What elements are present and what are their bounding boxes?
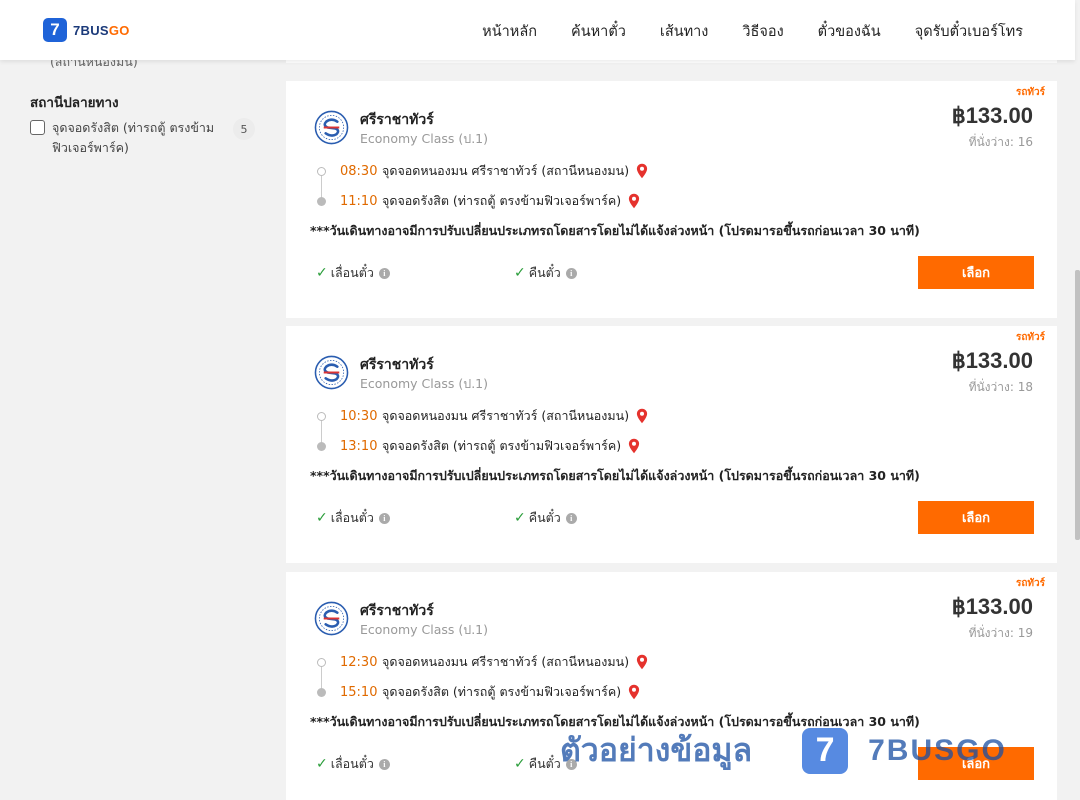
operator-name: ศรีราชาทัวร์ xyxy=(360,357,434,373)
bus-class: Economy Class (ป.1) xyxy=(360,131,489,146)
arrival-stop: 11:10 จุดจอดรังสิต (ท่ารถตู้ ตรงข้ามฟิวเ… xyxy=(340,191,640,211)
change-ticket-policy: ✓ เลื่อนตั๋ว i xyxy=(316,508,390,528)
arrival-place: จุดจอดรังสิต (ท่ารถตู้ ตรงข้ามฟิวเจอร์พา… xyxy=(382,438,622,453)
bus-class: Economy Class (ป.1) xyxy=(360,376,489,391)
watermark-text: ตัวอย่างข้อมูล xyxy=(560,731,753,769)
operator-name: ศรีราชาทัวร์ xyxy=(360,603,434,619)
map-pin-icon[interactable] xyxy=(628,193,640,209)
ticket-price: ฿133.00 xyxy=(951,594,1033,619)
check-icon: ✓ xyxy=(514,756,526,772)
origin-dot xyxy=(317,167,326,176)
logo-text: 7BUSGO xyxy=(73,22,130,38)
arrival-stop: 13:10 จุดจอดรังสิต (ท่ารถตู้ ตรงข้ามฟิวเ… xyxy=(340,436,640,456)
nav-routes[interactable]: เส้นทาง xyxy=(660,20,709,43)
bus-type-badge: รถทัวร์ xyxy=(1015,578,1045,589)
trip-notice: ***วันเดินทางอาจมีการปรับเปลี่ยนประเภทรถ… xyxy=(310,223,920,238)
change-ticket-policy: ✓ เลื่อนตั๋ว i xyxy=(316,754,390,774)
main-nav: หน้าหลัก ค้นหาตั๋ว เส้นทาง วิธีจอง ตั๋วข… xyxy=(482,20,1023,43)
change-ticket-policy: ✓ เลื่อนตั๋ว i xyxy=(316,263,390,283)
bus-operator-logo-icon xyxy=(314,601,349,636)
trip-notice: ***วันเดินทางอาจมีการปรับเปลี่ยนประเภทรถ… xyxy=(310,468,920,483)
select-trip-button[interactable]: เลือก xyxy=(918,256,1034,289)
departure-stop: 08:30 จุดจอดหนองมน ศรีราชาทัวร์ (สถานีหน… xyxy=(340,161,648,181)
ticket-price: ฿133.00 xyxy=(951,103,1033,128)
map-pin-icon[interactable] xyxy=(636,408,648,424)
info-icon[interactable]: i xyxy=(378,758,390,770)
seats-available: ที่นั่งว่าง: 19 xyxy=(968,626,1033,640)
destination-filter-title: สถานีปลายทาง xyxy=(30,95,119,111)
refund-ticket-policy: ✓ คืนตั๋ว i xyxy=(514,263,577,283)
bus-type-badge: รถทัวร์ xyxy=(1015,87,1045,98)
destination-dot xyxy=(317,197,326,206)
destination-dot xyxy=(317,442,326,451)
map-pin-icon[interactable] xyxy=(636,163,648,179)
refund-ticket-label: คืนตั๋ว xyxy=(528,265,561,280)
watermark-logo-icon: 7 xyxy=(802,727,849,774)
map-pin-icon[interactable] xyxy=(628,438,640,454)
arrival-place: จุดจอดรังสิต (ท่ารถตู้ ตรงข้ามฟิวเจอร์พา… xyxy=(382,684,622,699)
departure-stop: 10:30 จุดจอดหนองมน ศรีราชาทัวร์ (สถานีหน… xyxy=(340,406,648,426)
bus-operator-logo-icon xyxy=(314,110,349,145)
departure-place: จุดจอดหนองมน ศรีราชาทัวร์ (สถานีหนองมน) xyxy=(382,163,630,178)
site-logo[interactable]: 7 7BUSGO xyxy=(43,18,130,42)
trip-card: รถทัวร์ ศรีราชาทัวร์ Economy Class (ป.1)… xyxy=(286,326,1057,563)
change-ticket-label: เลื่อนตั๋ว xyxy=(330,756,374,771)
nav-how-to-book[interactable]: วิธีจอง xyxy=(742,20,783,43)
arrival-time: 15:10 xyxy=(340,684,378,700)
check-icon: ✓ xyxy=(316,510,328,526)
check-icon: ✓ xyxy=(316,756,328,772)
scrollbar-thumb[interactable] xyxy=(1075,270,1080,540)
departure-place: จุดจอดหนองมน ศรีราชาทัวร์ (สถานีหนองมน) xyxy=(382,654,630,669)
select-trip-button[interactable]: เลือก xyxy=(918,501,1034,534)
seats-available: ที่นั่งว่าง: 18 xyxy=(968,380,1033,394)
nav-search-ticket[interactable]: ค้นหาตั๋ว xyxy=(571,20,626,43)
departure-place: จุดจอดหนองมน ศรีราชาทัวร์ (สถานีหนองมน) xyxy=(382,408,630,423)
map-pin-icon[interactable] xyxy=(628,684,640,700)
ticket-price: ฿133.00 xyxy=(951,348,1033,373)
destination-dot xyxy=(317,688,326,697)
bus-class: Economy Class (ป.1) xyxy=(360,622,489,637)
arrival-time: 13:10 xyxy=(340,438,378,454)
page-scrollbar[interactable] xyxy=(1075,0,1080,800)
seats-available: ที่นั่งว่าง: 16 xyxy=(968,135,1033,149)
watermark-brand: 7BUSGO xyxy=(868,733,1007,767)
destination-filter-label: จุดจอดรังสิต (ท่ารถตู้ ตรงข้ามฟิวเจอร์พา… xyxy=(52,120,215,155)
bus-type-badge: รถทัวร์ xyxy=(1015,332,1045,343)
change-ticket-label: เลื่อนตั๋ว xyxy=(330,510,374,525)
origin-dot xyxy=(317,658,326,667)
destination-filter-item[interactable]: จุดจอดรังสิต (ท่ารถตู้ ตรงข้ามฟิวเจอร์พา… xyxy=(30,118,255,158)
top-header: 7 7BUSGO หน้าหลัก ค้นหาตั๋ว เส้นทาง วิธี… xyxy=(0,0,1075,60)
arrival-stop: 15:10 จุดจอดรังสิต (ท่ารถตู้ ตรงข้ามฟิวเ… xyxy=(340,682,640,702)
arrival-place: จุดจอดรังสิต (ท่ารถตู้ ตรงข้ามฟิวเจอร์พา… xyxy=(382,193,622,208)
departure-time: 08:30 xyxy=(340,163,378,179)
watermark: ตัวอย่างข้อมูล 7 7BUSGO xyxy=(560,725,1007,776)
check-icon: ✓ xyxy=(316,265,328,281)
destination-checkbox[interactable] xyxy=(30,120,45,135)
map-pin-icon[interactable] xyxy=(636,654,648,670)
info-icon[interactable]: i xyxy=(378,512,390,524)
nav-ticket-pickup-phone[interactable]: จุดรับตั๋วเบอร์โทร xyxy=(915,20,1023,43)
check-icon: ✓ xyxy=(514,265,526,281)
change-ticket-label: เลื่อนตั๋ว xyxy=(330,265,374,280)
departure-time: 12:30 xyxy=(340,654,378,670)
destination-count-badge: 5 xyxy=(233,118,255,140)
arrival-time: 11:10 xyxy=(340,193,378,209)
trip-card: รถทัวร์ ศรีราชาทัวร์ Economy Class (ป.1)… xyxy=(286,81,1057,318)
refund-ticket-label: คืนตั๋ว xyxy=(528,510,561,525)
bus-operator-logo-icon xyxy=(314,355,349,390)
refund-ticket-policy: ✓ คืนตั๋ว i xyxy=(514,508,577,528)
operator-name: ศรีราชาทัวร์ xyxy=(360,112,434,128)
check-icon: ✓ xyxy=(514,510,526,526)
nav-my-tickets[interactable]: ตั๋วของฉัน xyxy=(818,20,881,43)
nav-home[interactable]: หน้าหลัก xyxy=(482,20,537,43)
info-icon[interactable]: i xyxy=(378,267,390,279)
logo-mark-icon: 7 xyxy=(43,18,67,42)
info-icon[interactable]: i xyxy=(565,267,577,279)
refund-ticket-label: คืนตั๋ว xyxy=(528,756,561,771)
departure-time: 10:30 xyxy=(340,408,378,424)
info-icon[interactable]: i xyxy=(565,512,577,524)
departure-stop: 12:30 จุดจอดหนองมน ศรีราชาทัวร์ (สถานีหน… xyxy=(340,652,648,672)
origin-dot xyxy=(317,412,326,421)
